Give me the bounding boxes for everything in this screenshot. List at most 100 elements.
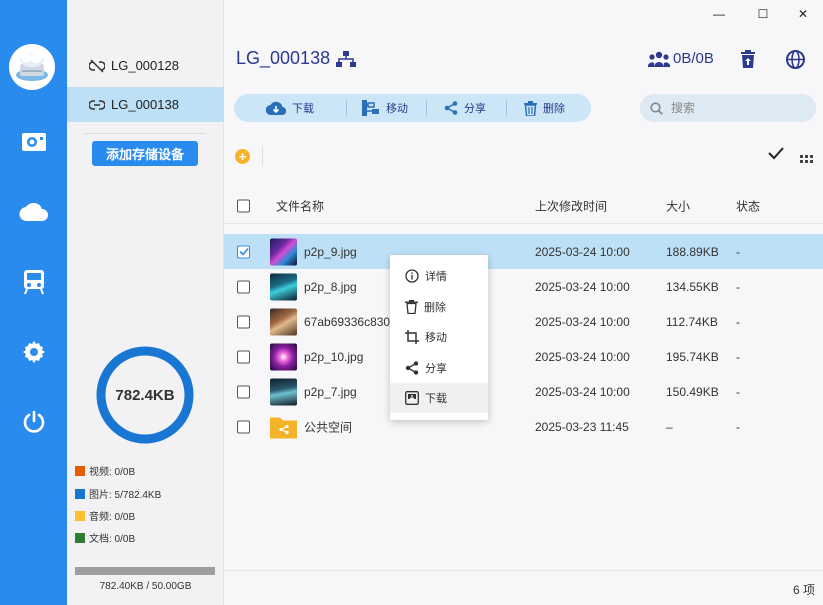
nav-transfer-icon[interactable] xyxy=(0,262,67,302)
menu-item-details[interactable]: 详情 xyxy=(390,261,488,291)
nav-tv-icon[interactable] xyxy=(0,122,67,162)
storage-donut-chart: 782.4KB xyxy=(96,346,194,444)
divider xyxy=(426,100,427,116)
image-thumbnail xyxy=(270,378,297,405)
nav-settings-icon[interactable] xyxy=(0,332,67,372)
share-button[interactable]: 分享 xyxy=(444,94,486,122)
share-icon xyxy=(405,361,419,375)
image-thumbnail xyxy=(270,238,297,265)
legend-audio: 音频: 0/0B xyxy=(75,508,135,523)
network-icon xyxy=(336,50,357,67)
divider xyxy=(84,133,206,134)
column-size[interactable]: 大小 xyxy=(666,197,690,214)
search-input[interactable] xyxy=(671,101,801,115)
close-button[interactable]: ✕ xyxy=(794,6,812,22)
capacity-bar xyxy=(75,567,215,575)
row-checkbox[interactable] xyxy=(237,385,250,398)
globe-icon[interactable] xyxy=(784,48,806,70)
item-count: 6 项 xyxy=(792,583,815,597)
column-name[interactable]: 文件名称 xyxy=(276,197,324,214)
column-modified[interactable]: 上次修改时间 xyxy=(535,197,607,214)
row-checkbox[interactable] xyxy=(237,280,250,293)
file-modified: 2025-03-24 10:00 xyxy=(535,314,630,329)
divider xyxy=(346,100,347,116)
add-device-button[interactable]: 添加存储设备 xyxy=(92,141,198,166)
cloud-download-icon xyxy=(266,101,286,116)
row-checkbox[interactable] xyxy=(237,315,250,328)
table-row[interactable]: p2p_9.jpg 2025-03-24 10:00 188.89KB - xyxy=(224,234,823,269)
add-button[interactable]: + xyxy=(235,149,250,164)
file-size: 195.74KB xyxy=(666,349,719,364)
file-size: – xyxy=(666,419,673,434)
file-size: 188.89KB xyxy=(666,244,719,259)
select-mode-icon[interactable] xyxy=(768,146,784,165)
maximize-button[interactable]: ☐ xyxy=(754,6,772,22)
table-row[interactable]: p2p_7.jpg 2025-03-24 10:00 150.49KB - xyxy=(224,374,823,409)
storage-total: 782.4KB xyxy=(115,387,174,404)
select-all-checkbox[interactable] xyxy=(237,199,250,212)
file-name: p2p_9.jpg xyxy=(304,244,357,259)
page-title: LG_000138 xyxy=(236,48,357,69)
share-icon xyxy=(444,101,458,115)
quota-display: 0B/0B xyxy=(648,50,714,67)
move-button[interactable]: 移动 xyxy=(362,94,408,122)
file-modified: 2025-03-24 10:00 xyxy=(535,349,630,364)
file-status: - xyxy=(736,384,740,399)
nav-cloud-icon[interactable] xyxy=(0,192,67,232)
context-menu: 详情 删除 移动 分享 下载 xyxy=(390,255,488,420)
trash-icon xyxy=(405,300,418,314)
file-name: p2p_10.jpg xyxy=(304,349,364,364)
download-icon xyxy=(405,391,419,405)
menu-item-delete[interactable]: 删除 xyxy=(390,292,488,322)
row-checkbox[interactable] xyxy=(237,245,250,258)
legend-video: 视频: 0/0B xyxy=(75,463,135,478)
nav-power-icon[interactable] xyxy=(0,402,67,442)
legend-document: 文档: 0/0B xyxy=(75,530,135,545)
download-button[interactable]: 下载 xyxy=(266,94,314,122)
row-checkbox[interactable] xyxy=(237,420,250,433)
file-status: - xyxy=(736,279,740,294)
trash-icon xyxy=(524,100,537,116)
status-bar: 6 项 xyxy=(224,570,823,605)
menu-item-share[interactable]: 分享 xyxy=(390,353,488,383)
table-row[interactable]: 67ab69336c830 2025-03-24 10:00 112.74KB … xyxy=(224,304,823,339)
row-checkbox[interactable] xyxy=(237,350,250,363)
image-thumbnail xyxy=(270,308,297,335)
file-status: - xyxy=(736,244,740,259)
column-status[interactable]: 状态 xyxy=(736,197,760,214)
file-modified: 2025-03-24 10:00 xyxy=(535,384,630,399)
info-icon xyxy=(405,269,419,283)
recycle-bin-icon[interactable] xyxy=(737,48,759,70)
main-area: — ☐ ✕ LG_000138 0B/0B 下载 移动 分享 删除 搜索 + 文… xyxy=(224,0,823,605)
shared-folder-icon xyxy=(270,417,297,438)
app-logo xyxy=(9,44,55,90)
file-size: 134.55KB xyxy=(666,279,719,294)
device-item-lg000138[interactable]: LG_000138 xyxy=(67,87,224,122)
device-name: LG_000128 xyxy=(111,58,179,73)
device-item-lg000128[interactable]: LG_000128 xyxy=(67,48,224,83)
table-row[interactable]: 公共空间 2025-03-23 11:45 – - xyxy=(224,409,823,444)
file-modified: 2025-03-23 11:45 xyxy=(535,419,629,434)
menu-item-move[interactable]: 移动 xyxy=(390,322,488,352)
grid-view-icon[interactable] xyxy=(800,150,814,168)
device-name: LG_000138 xyxy=(111,97,179,112)
search-icon xyxy=(650,101,663,115)
link-icon xyxy=(89,99,105,110)
file-name: p2p_8.jpg xyxy=(304,279,357,294)
divider xyxy=(506,100,507,116)
capacity-text: 782.40KB / 50.00GB xyxy=(99,581,192,592)
minimize-button[interactable]: — xyxy=(710,6,728,22)
users-icon xyxy=(648,51,670,67)
file-status: - xyxy=(736,419,740,434)
file-status: - xyxy=(736,314,740,329)
table-header: 文件名称 上次修改时间 大小 状态 xyxy=(224,188,823,224)
device-panel: LG_000128 LG_000138 添加存储设备 782.4KB 视频: 0… xyxy=(67,0,224,605)
table-row[interactable]: p2p_10.jpg 2025-03-24 10:00 195.74KB - xyxy=(224,339,823,374)
delete-button[interactable]: 删除 xyxy=(524,94,565,122)
menu-item-download[interactable]: 下载 xyxy=(390,383,488,413)
file-status: - xyxy=(736,349,740,364)
crop-move-icon xyxy=(405,330,419,344)
legend-image: 图片: 5/782.4KB xyxy=(75,486,161,501)
file-size: 112.74KB xyxy=(666,314,718,329)
table-row[interactable]: p2p_8.jpg 2025-03-24 10:00 134.55KB - xyxy=(224,269,823,304)
